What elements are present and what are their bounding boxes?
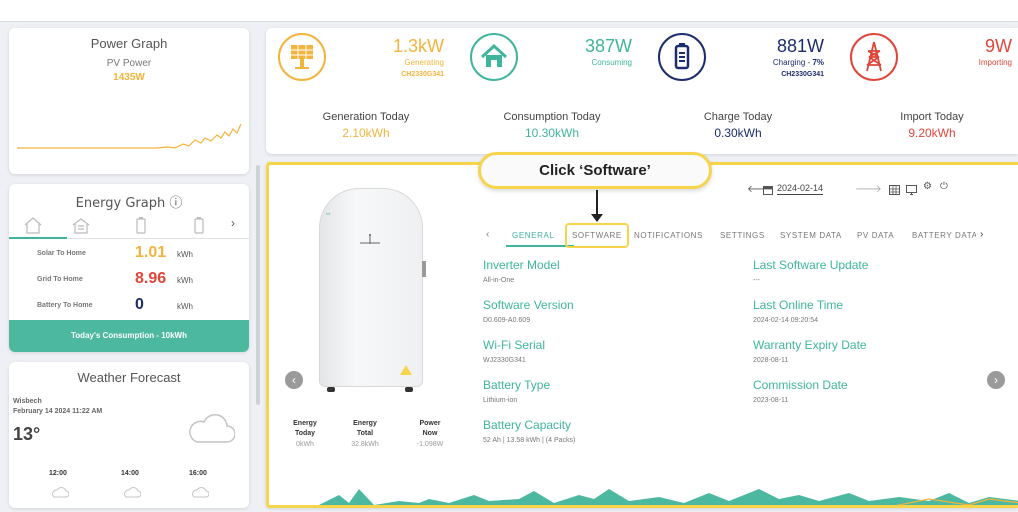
top-bar [0,0,1018,22]
inverter-image: ▪▪▪ [319,188,426,387]
solar-value: 1.3kW [392,36,444,56]
grid-home-icon[interactable] [71,216,91,234]
tab-settings[interactable]: SETTINGS [720,231,765,240]
tab-battery-data[interactable]: BATTERY DATA [912,231,976,240]
energy-total-stat: Energy Total 32.8kWh [351,420,379,448]
calendar-icon[interactable] [763,182,773,200]
weather-location: Wisbech [13,398,42,405]
tab-general[interactable]: GENERAL [512,231,554,240]
charge-today: Charge Today 0.30kWh [703,111,773,140]
consumption-value: 387W [584,36,632,56]
table-view-icon[interactable] [889,182,900,200]
next-device-button[interactable]: › [987,371,1005,389]
battery-to-home-row: Battery To Home 0 kWh [37,296,193,313]
solar-to-home-row: Solar To Home 1.01 kWh [37,244,193,261]
sidebar-scrollbar[interactable] [256,165,260,405]
import-value: 9W [985,36,1012,56]
grid-tower-icon [850,33,898,81]
forecast-hour: 14:00 [121,470,139,477]
home-solar-icon[interactable] [23,216,43,234]
callout-pointer-arrow [591,214,603,222]
energy-tab-indicator [9,237,67,239]
power-icon[interactable]: ⏻ [940,181,948,192]
cloud-icon [189,414,235,443]
tab-notifications[interactable]: NOTIFICATIONS [634,231,703,240]
consumption-status: Consuming [591,58,632,67]
import-status: Importing [978,58,1012,67]
software-tab-highlight [565,223,629,248]
prev-device-button[interactable]: ‹ [285,371,303,389]
battery-icon[interactable] [131,216,151,234]
chevron-right-icon[interactable]: › [231,216,235,230]
instruction-callout: Click ‘Software’ [478,152,712,189]
energy-stats-card: 1.3kW Generating CH2330G341 387W Consumi… [266,28,1018,154]
solar-status: Generating [404,58,444,67]
tabs-next-icon[interactable]: › [980,229,984,240]
weather-datetime: February 14 2024 11:22 AM [13,408,103,415]
battery-value: 881W [776,36,824,56]
import-today: Import Today 9.20kWh [900,111,964,140]
power-graph-title: Power Graph [90,36,168,51]
battery-device-id: CH2330G341 [781,71,824,78]
power-now-stat: Power Now -1.098W [416,420,444,448]
power-sparkline [17,124,242,149]
battery-status: Charging - 7% [772,58,824,67]
energy-graph-card: Energy Graph ⓘ › Solar To Home 1.01 kWh … [9,184,249,352]
forecast-hour: 12:00 [49,470,67,477]
active-tab-underline [506,245,574,247]
gear-icon[interactable]: ⚙ [923,181,932,192]
power-graph-card: Power Graph PV Power 1435W [9,28,249,174]
tab-system-data[interactable]: SYSTEM DATA [780,231,842,240]
weather-title: Weather Forecast [77,370,181,385]
inverter-panel: ▪▪▪ Energy Today 0kWh Energy Total 32.8k… [266,162,1018,508]
battery-icon [658,33,706,81]
cloud-icon [192,487,209,498]
forecast-hour: 16:00 [189,470,207,477]
weather-temperature: 13° [13,424,41,444]
tabs-prev-icon[interactable]: ‹ [486,229,490,240]
pv-power-label: PV Power [106,58,152,69]
cloud-icon [124,487,141,498]
generation-today: Generation Today 2.10kWh [322,111,410,140]
date-picker[interactable]: 2024-02-14 [777,183,824,195]
weather-forecast-card: Weather Forecast Wisbech February 14 202… [9,362,249,508]
home-icon [470,33,518,81]
energy-today-stat: Energy Today 0kWh [293,420,317,448]
next-date-arrow-icon[interactable]: 🡒 [855,183,882,195]
battery-alt-icon[interactable] [189,216,209,234]
todays-consumption-banner: Today's Consumption - 10kWh [9,320,249,352]
pv-power-value: 1435W [113,72,145,83]
grid-to-home-row: Grid To Home 8.96 kWh [37,270,193,287]
inverter-history-chart [319,489,1018,505]
monitor-icon[interactable] [906,182,917,200]
solar-panel-icon [278,33,326,81]
consumption-today: Consumption Today 10.30kWh [503,111,601,140]
energy-graph-title: Energy Graph ⓘ [75,196,183,211]
solar-device-id: CH2330G341 [401,71,444,78]
cloud-icon [52,487,69,498]
inverter-tabs: ‹ GENERAL SOFTWARE NOTIFICATIONS SETTING… [484,228,1004,248]
tab-pv-data[interactable]: PV DATA [857,231,894,240]
